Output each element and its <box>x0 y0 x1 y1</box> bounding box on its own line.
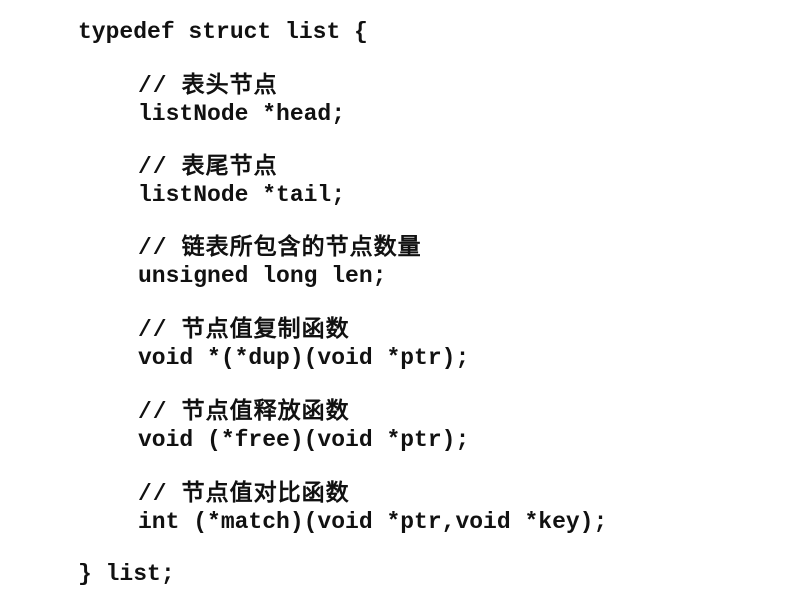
comment-prefix: // <box>138 399 168 425</box>
comment-tail: // 表尾节点 <box>138 152 278 180</box>
comment-free: // 节点值释放函数 <box>138 397 350 425</box>
struct-close-line: } list; <box>78 561 175 587</box>
code-listing: typedef struct list { // 表头节点 listNode *h… <box>0 0 786 606</box>
struct-open-line: typedef struct list { <box>78 19 368 45</box>
comment-text: 节点值复制函数 <box>181 316 350 342</box>
comment-prefix: // <box>138 154 168 180</box>
field-match: int (*match)(void *ptr,void *key); <box>138 509 608 535</box>
comment-match: // 节点值对比函数 <box>138 479 350 507</box>
comment-prefix: // <box>138 235 168 261</box>
field-dup: void *(*dup)(void *ptr); <box>138 345 470 371</box>
field-free: void (*free)(void *ptr); <box>138 427 470 453</box>
comment-text: 节点值释放函数 <box>181 398 350 424</box>
comment-text: 节点值对比函数 <box>181 480 350 506</box>
comment-len: // 链表所包含的节点数量 <box>138 233 422 261</box>
comment-dup: // 节点值复制函数 <box>138 315 350 343</box>
comment-text: 表尾节点 <box>181 153 278 179</box>
comment-text: 表头节点 <box>181 72 278 98</box>
field-tail: listNode *tail; <box>138 182 346 208</box>
comment-prefix: // <box>138 481 168 507</box>
field-head: listNode *head; <box>138 101 346 127</box>
comment-text: 链表所包含的节点数量 <box>181 234 422 260</box>
comment-prefix: // <box>138 73 168 99</box>
comment-head: // 表头节点 <box>138 71 278 99</box>
field-len: unsigned long len; <box>138 263 387 289</box>
comment-prefix: // <box>138 317 168 343</box>
